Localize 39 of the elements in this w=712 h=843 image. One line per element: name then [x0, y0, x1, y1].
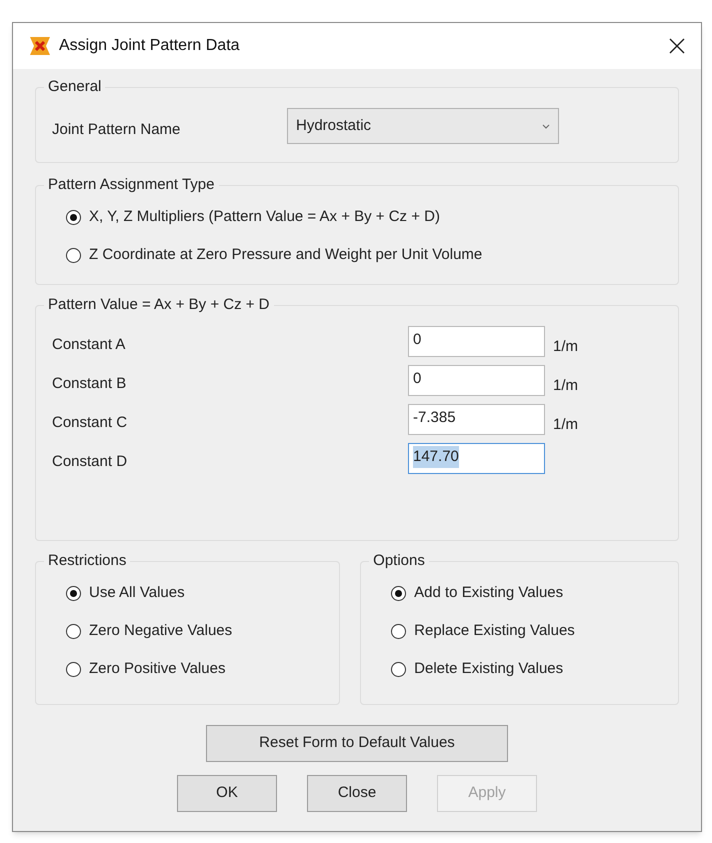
- radio-button[interactable]: [66, 248, 81, 262]
- radio-label: Zero Positive Values: [89, 658, 226, 679]
- constant-input[interactable]: 0: [408, 326, 545, 356]
- radio-label: X, Y, Z Multipliers (Pattern Value = Ax + By + Cz + D): [89, 206, 440, 227]
- app-logo-icon: [29, 36, 51, 56]
- dialog-button[interactable]: OK: [177, 775, 277, 812]
- radio-label: Add to Existing Values: [414, 582, 564, 603]
- radio-label: Use All Values: [89, 582, 185, 603]
- radio-button[interactable]: [391, 662, 406, 676]
- constant-label: Constant D: [52, 452, 128, 472]
- radio-label: Zero Negative Values: [89, 620, 232, 641]
- chevron-down-icon: [542, 124, 550, 128]
- constant-label: Constant C: [52, 412, 128, 433]
- radio-label: Z Coordinate at Zero Pressure and Weight per Unit Volume: [89, 244, 482, 265]
- radio-button[interactable]: [66, 624, 81, 638]
- field-label: Joint Pattern Name: [52, 120, 182, 140]
- unit-label: 1/m: [553, 376, 578, 396]
- constant-input[interactable]: 0: [408, 364, 545, 396]
- constant-input[interactable]: 147.70: [408, 442, 545, 474]
- unit-label: 1/m: [553, 414, 578, 435]
- dialog-button[interactable]: Close: [307, 775, 407, 812]
- radio-button[interactable]: [66, 586, 81, 600]
- reset-button[interactable]: Reset Form to Default Values: [206, 725, 508, 762]
- constant-label: Constant B: [52, 374, 128, 394]
- radio-label: Replace Existing Values: [414, 620, 575, 641]
- unit-label: 1/m: [553, 336, 578, 357]
- pattern-name-dropdown[interactable]: Hydrostatic: [287, 108, 559, 144]
- radio-button[interactable]: [66, 662, 81, 676]
- group-title: Pattern Assignment Type: [44, 175, 218, 195]
- radio-button[interactable]: [391, 624, 406, 638]
- group-title: Pattern Value = Ax + By + Cz + D: [44, 295, 274, 315]
- close-icon[interactable]: [669, 38, 685, 54]
- constant-label: Constant A: [52, 334, 126, 355]
- radio-label: Delete Existing Values: [414, 658, 564, 679]
- group-title: Options: [369, 551, 429, 571]
- radio-button[interactable]: [66, 210, 81, 224]
- constant-input[interactable]: -7.385: [408, 404, 545, 434]
- window-title: Assign Joint Pattern Data: [59, 36, 240, 56]
- radio-button[interactable]: [391, 586, 406, 600]
